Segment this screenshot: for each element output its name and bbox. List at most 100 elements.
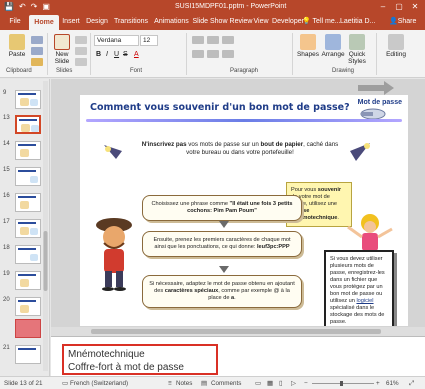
paste-button[interactable]: Paste bbox=[5, 34, 29, 58]
bold-button[interactable]: B bbox=[96, 50, 101, 59]
maximize-icon[interactable]: ▢ bbox=[391, 0, 407, 13]
slide-thumbnail-19[interactable] bbox=[15, 271, 41, 290]
notes-line-2[interactable]: Coffre-fort à mot de passe bbox=[68, 361, 212, 374]
zoom-slider[interactable] bbox=[312, 381, 374, 386]
notes-toggle[interactable]: Notes bbox=[176, 377, 192, 389]
normal-view-icon[interactable]: ▭ bbox=[255, 377, 261, 389]
new-slide-button[interactable]: New Slide bbox=[51, 34, 73, 65]
undo-icon[interactable]: ↶ bbox=[19, 0, 26, 13]
reset-icon[interactable] bbox=[75, 47, 87, 55]
step-box-2[interactable]: Ensuite, prenez les premiers caractères … bbox=[142, 231, 302, 257]
tab-animations[interactable]: Animations bbox=[151, 13, 192, 30]
person-icon: 👤 bbox=[389, 18, 398, 25]
title-bar: 💾 ↶ ↷ ▣ SUSI15MDPF01.pptm - PowerPoint –… bbox=[0, 0, 425, 13]
font-size-select[interactable]: 12 bbox=[140, 35, 158, 46]
intro-text[interactable]: N'inscrivez pas vos mots de passe sur un… bbox=[140, 141, 340, 157]
tab-review[interactable]: Review bbox=[229, 13, 253, 30]
software-link[interactable]: logiciel bbox=[356, 298, 373, 304]
align-right-icon[interactable] bbox=[222, 50, 234, 58]
step-box-3[interactable]: Si nécessaire, adaptez le mot de passe o… bbox=[142, 275, 302, 308]
font-color-button[interactable]: A bbox=[134, 50, 139, 59]
divider bbox=[186, 33, 187, 75]
tab-file[interactable]: File bbox=[6, 13, 24, 30]
shapes-button[interactable]: Shapes bbox=[296, 34, 320, 58]
present-icon[interactable]: ▣ bbox=[42, 0, 50, 13]
tab-insert[interactable]: Insert bbox=[60, 13, 82, 30]
reading-view-icon[interactable]: ▯ bbox=[279, 377, 282, 389]
language-label[interactable]: French (Switzerland) bbox=[70, 377, 128, 389]
fit-slide-icon[interactable]: ⤢ bbox=[409, 377, 414, 389]
zoom-level[interactable]: 61% bbox=[386, 377, 399, 389]
user-name[interactable]: Laetitia D... bbox=[340, 13, 375, 30]
slide-thumbnail-14[interactable] bbox=[15, 141, 41, 160]
comments-icon[interactable]: ▤ bbox=[201, 377, 207, 389]
section-icon[interactable] bbox=[75, 58, 87, 66]
save-icon[interactable]: 💾 bbox=[4, 0, 14, 13]
thumb-number: 16 bbox=[3, 193, 10, 199]
thumb-number: 18 bbox=[3, 245, 10, 251]
share-button[interactable]: 👤Share bbox=[386, 15, 419, 28]
slide-thumbnail-20[interactable] bbox=[15, 297, 41, 316]
share-label: Share bbox=[397, 18, 417, 25]
slide-13[interactable]: Comment vous souvenir d'un bon mot de pa… bbox=[80, 95, 408, 326]
notes-pane[interactable]: Mnémotechnique Coffre-fort à mot de pass… bbox=[51, 336, 425, 376]
copy-icon[interactable] bbox=[31, 47, 43, 55]
tab-design[interactable]: Design bbox=[84, 13, 110, 30]
strikethrough-button[interactable]: S bbox=[123, 50, 128, 59]
underline-button[interactable]: U bbox=[114, 50, 119, 59]
step-text: Choisissez une phrase comme bbox=[151, 201, 230, 207]
editor-horizontal-scrollbar[interactable] bbox=[51, 327, 425, 336]
quick-styles-button[interactable]: Quick Styles bbox=[346, 34, 368, 65]
intro-bold-2: bout de papier bbox=[260, 141, 304, 148]
slide-thumbnail-15[interactable] bbox=[15, 167, 41, 186]
notes-line-1[interactable]: Mnémotechnique bbox=[68, 348, 212, 361]
minimize-icon[interactable]: – bbox=[375, 0, 391, 13]
zoom-in-icon[interactable]: + bbox=[376, 377, 380, 389]
divider bbox=[292, 33, 293, 75]
slide-corner-label[interactable]: Mot de passe bbox=[358, 99, 402, 106]
slide-thumbnail-17[interactable] bbox=[15, 219, 41, 238]
slide-editor: Comment vous souvenir d'un bon mot de pa… bbox=[51, 79, 425, 336]
tab-view[interactable]: View bbox=[253, 13, 269, 30]
slide-thumbnail-9[interactable] bbox=[15, 90, 41, 109]
step-bold: caractères spéciaux bbox=[164, 288, 219, 294]
editing-button[interactable]: Editing bbox=[382, 34, 410, 58]
tab-transitions[interactable]: Transitions bbox=[111, 13, 151, 30]
tip-box-password-manager[interactable]: Si vous devez utiliser plusieurs mots de… bbox=[324, 250, 394, 326]
align-center-icon[interactable] bbox=[207, 50, 219, 58]
paste-label: Paste bbox=[8, 51, 26, 58]
tell-me-box[interactable]: 💡 Tell me... bbox=[302, 13, 341, 30]
comments-toggle[interactable]: Comments bbox=[211, 377, 241, 389]
align-left-icon[interactable] bbox=[192, 50, 204, 58]
indent-icon[interactable] bbox=[222, 36, 234, 44]
numbering-icon[interactable] bbox=[207, 36, 219, 44]
tab-developer[interactable]: Developer bbox=[272, 13, 304, 30]
layout-icon[interactable] bbox=[75, 36, 87, 44]
cartoon-man-illustration bbox=[96, 218, 132, 291]
zoom-out-icon[interactable]: − bbox=[304, 377, 308, 389]
step-box-1[interactable]: Choisissez une phrase comme "Il était un… bbox=[142, 195, 302, 221]
slideshow-icon[interactable]: ▷ bbox=[291, 377, 296, 389]
slide-thumbnail-16[interactable] bbox=[15, 193, 41, 212]
font-name-select[interactable]: Verdana bbox=[94, 35, 139, 46]
tab-slide-show[interactable]: Slide Show bbox=[192, 13, 228, 30]
slide-sorter-icon[interactable]: ▦ bbox=[267, 377, 273, 389]
tab-home[interactable]: Home bbox=[29, 15, 59, 30]
cut-icon[interactable] bbox=[31, 36, 43, 44]
slide-thumbnail-red[interactable] bbox=[15, 319, 41, 338]
bullets-icon[interactable] bbox=[192, 36, 204, 44]
language-icon[interactable]: ▭ bbox=[62, 377, 68, 389]
slide-thumbnail-13[interactable] bbox=[15, 115, 41, 134]
redo-icon[interactable]: ↷ bbox=[31, 0, 38, 13]
format-painter-icon[interactable] bbox=[31, 58, 43, 66]
thumb-number: 13 bbox=[3, 115, 10, 121]
italic-button[interactable]: I bbox=[106, 50, 108, 59]
close-icon[interactable]: ✕ bbox=[407, 0, 423, 13]
notes-icon[interactable]: ≡ bbox=[168, 377, 172, 389]
arrange-button[interactable]: Arrange bbox=[320, 34, 346, 58]
slide-thumbnail-21[interactable] bbox=[15, 345, 41, 364]
thumbnails-scrollbar[interactable] bbox=[43, 81, 48, 371]
slide-thumbnail-18[interactable] bbox=[15, 245, 41, 264]
slide-title[interactable]: Comment vous souvenir d'un bon mot de pa… bbox=[90, 102, 350, 113]
status-bar: Slide 13 of 21 ▭ French (Switzerland) ≡ … bbox=[0, 376, 425, 389]
